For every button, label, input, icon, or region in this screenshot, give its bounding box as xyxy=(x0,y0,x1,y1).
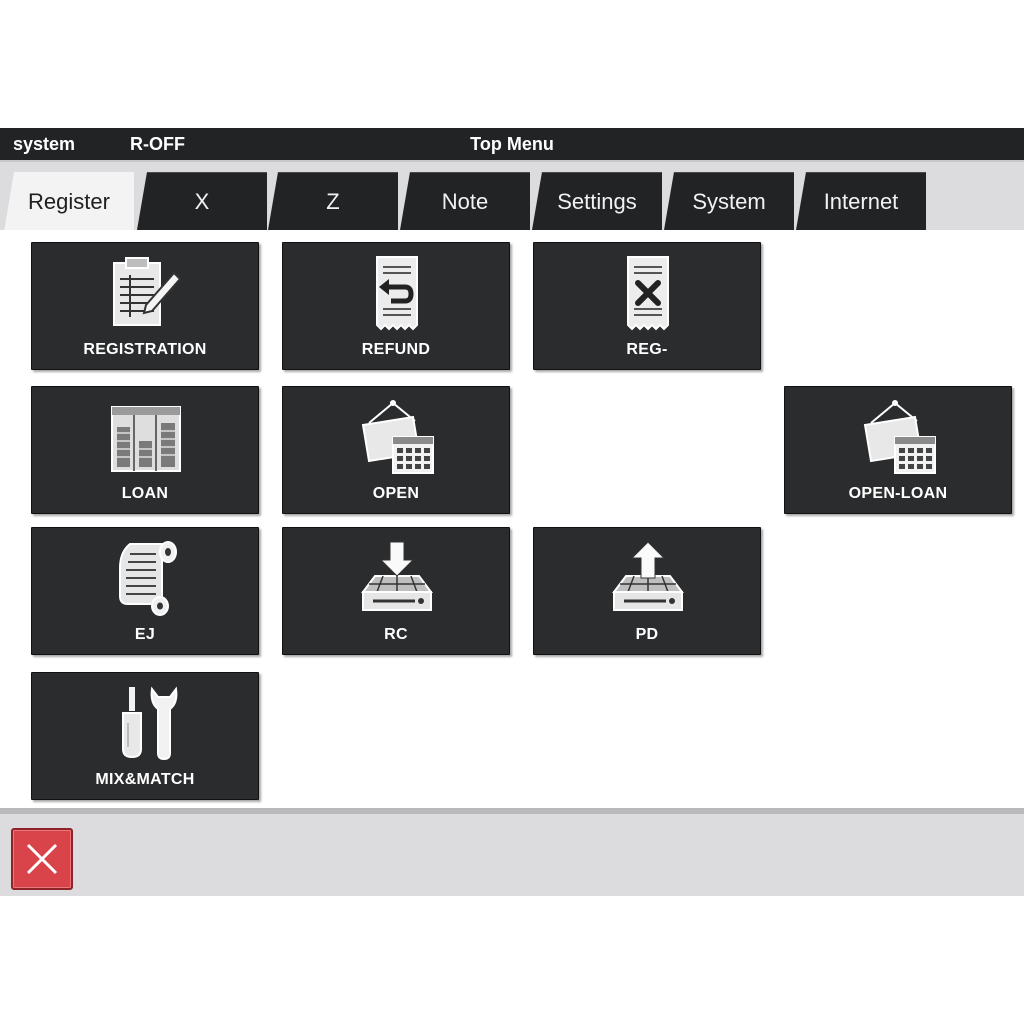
page-title: Top Menu xyxy=(470,134,554,154)
drawer-in-icon xyxy=(361,541,433,611)
close-button[interactable] xyxy=(11,828,73,890)
open-loan-button[interactable]: OPEN-LOAN xyxy=(784,386,1012,514)
reg-minus-label: REG- xyxy=(626,341,668,358)
close-icon xyxy=(26,843,58,875)
status-bar: system R-OFF Top Menu xyxy=(0,128,1024,160)
registration-label: REGISTRATION xyxy=(83,341,207,358)
pos-screen: system R-OFF Top Menu Register X Z Note … xyxy=(0,128,1024,896)
refund-button[interactable]: REFUND xyxy=(282,242,510,370)
receipt-return-icon xyxy=(376,256,418,331)
loan-button[interactable]: LOAN xyxy=(31,386,259,514)
pd-button[interactable]: PD xyxy=(533,527,761,655)
rc-button[interactable]: RC xyxy=(282,527,510,655)
tab-x[interactable]: X xyxy=(137,172,267,230)
tab-settings[interactable]: Settings xyxy=(532,172,662,230)
tab-strip: Register X Z Note Settings System Intern… xyxy=(0,160,1024,232)
cash-drawer-coins-icon xyxy=(111,406,181,472)
drawer-out-icon xyxy=(612,541,684,611)
receipt-cancel-icon xyxy=(627,256,669,331)
menu-grid: REGISTRATION REFUND REG- LOAN OPEN OPEN-… xyxy=(0,230,1024,808)
rc-label: RC xyxy=(384,626,408,643)
ej-button[interactable]: EJ xyxy=(31,527,259,655)
mix-match-button[interactable]: MIX&MATCH xyxy=(31,672,259,800)
registration-button[interactable]: REGISTRATION xyxy=(31,242,259,370)
open-sign-calendar-icon xyxy=(863,400,936,474)
loan-label: LOAN xyxy=(121,485,169,502)
open-button[interactable]: OPEN xyxy=(282,386,510,514)
tab-internet[interactable]: Internet xyxy=(796,172,926,230)
ej-label: EJ xyxy=(134,626,156,643)
open-label: OPEN xyxy=(372,485,420,502)
journal-roll-icon xyxy=(119,541,177,616)
pd-label: PD xyxy=(635,626,659,643)
mix-match-label: MIX&MATCH xyxy=(95,771,195,788)
tools-icon xyxy=(122,686,178,761)
tab-register[interactable]: Register xyxy=(4,172,134,232)
reg-minus-button[interactable]: REG- xyxy=(533,242,761,370)
tab-z[interactable]: Z xyxy=(268,172,398,230)
refund-label: REFUND xyxy=(361,341,431,358)
open-loan-label: OPEN-LOAN xyxy=(848,485,948,502)
clipboard-pen-icon xyxy=(113,257,182,326)
open-sign-calendar-icon xyxy=(361,400,434,474)
bottom-bar xyxy=(0,808,1024,896)
tab-system[interactable]: System xyxy=(664,172,794,230)
tab-note[interactable]: Note xyxy=(400,172,530,230)
